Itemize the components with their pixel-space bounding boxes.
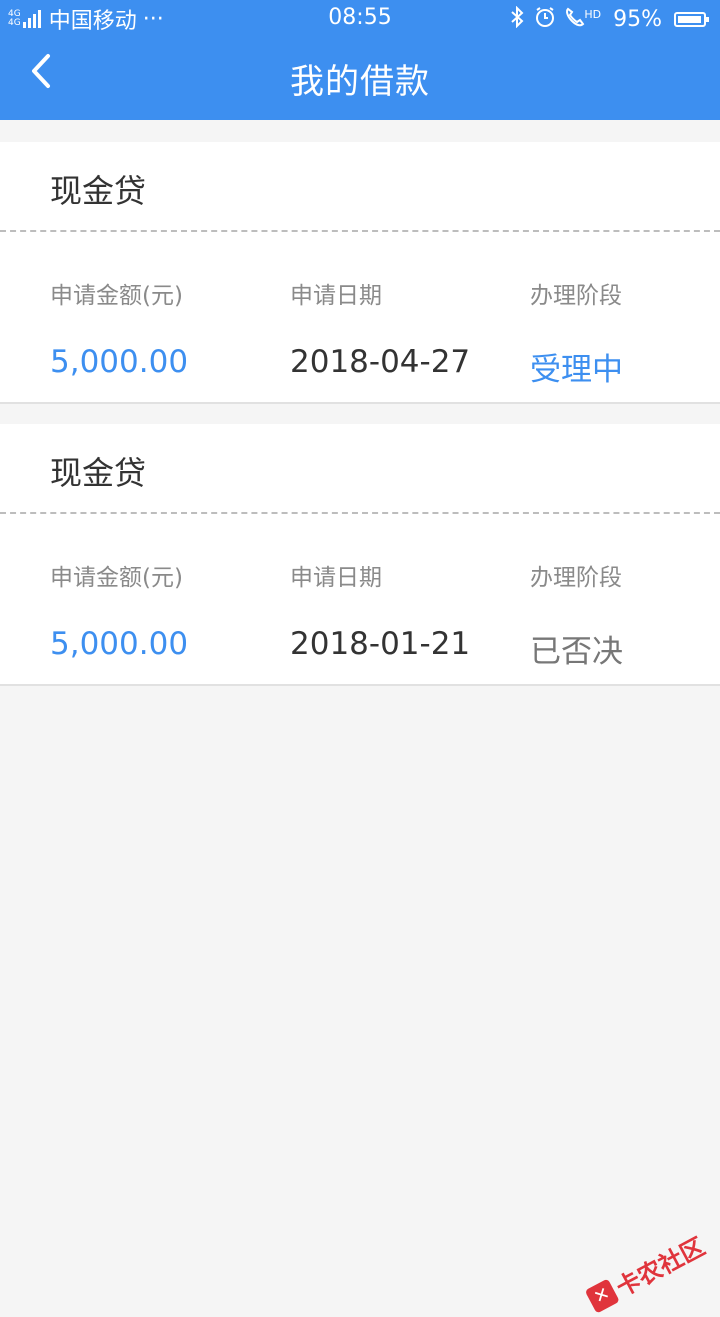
date-label: 申请日期	[290, 565, 382, 591]
battery-icon	[674, 11, 709, 27]
loan-details: 申请金额(元) 申请日期 办理阶段 5,000.00 2018-04-27 受理…	[0, 232, 720, 402]
loan-amount: 5,000.00	[50, 626, 189, 662]
amount-label: 申请金额(元)	[50, 283, 183, 309]
battery-percent: 95%	[613, 6, 662, 32]
battery-fill	[678, 15, 701, 23]
stage-label: 办理阶段	[530, 283, 622, 309]
app-header: 4G 4G 中国移动 ··· 08:55 HD 95% 我的借款	[0, 0, 720, 120]
alarm-icon	[534, 6, 556, 33]
stage-label: 办理阶段	[530, 565, 622, 591]
watermark-logo: ✕ 卡农社区	[582, 1227, 710, 1317]
loan-product-name: 现金贷	[50, 454, 147, 492]
date-label: 申请日期	[290, 283, 382, 309]
status-bar: 4G 4G 中国移动 ··· 08:55 HD 95%	[0, 0, 720, 38]
loan-card-header: 现金贷	[0, 424, 720, 514]
loan-amount: 5,000.00	[50, 344, 189, 380]
loan-product-name: 现金贷	[50, 172, 147, 210]
loan-card-header: 现金贷	[0, 142, 720, 232]
watermark-text: 卡农社区	[611, 1232, 710, 1303]
bluetooth-icon	[510, 5, 526, 33]
status-right: HD 95%	[502, 4, 709, 34]
loan-stage: 已否决	[530, 634, 623, 670]
loan-card[interactable]: 现金贷 申请金额(元) 申请日期 办理阶段 5,000.00 2018-04-2…	[0, 142, 720, 404]
nav-bar: 我的借款	[0, 38, 720, 120]
loan-card[interactable]: 现金贷 申请金额(元) 申请日期 办理阶段 5,000.00 2018-01-2…	[0, 424, 720, 686]
hd-label: HD	[584, 7, 602, 21]
loan-details: 申请金额(元) 申请日期 办理阶段 5,000.00 2018-01-21 已否…	[0, 514, 720, 684]
page-title: 我的借款	[290, 62, 430, 102]
loan-date: 2018-01-21	[290, 626, 471, 662]
loan-stage: 受理中	[530, 352, 623, 388]
loan-date: 2018-04-27	[290, 344, 471, 380]
amount-label: 申请金额(元)	[50, 565, 183, 591]
